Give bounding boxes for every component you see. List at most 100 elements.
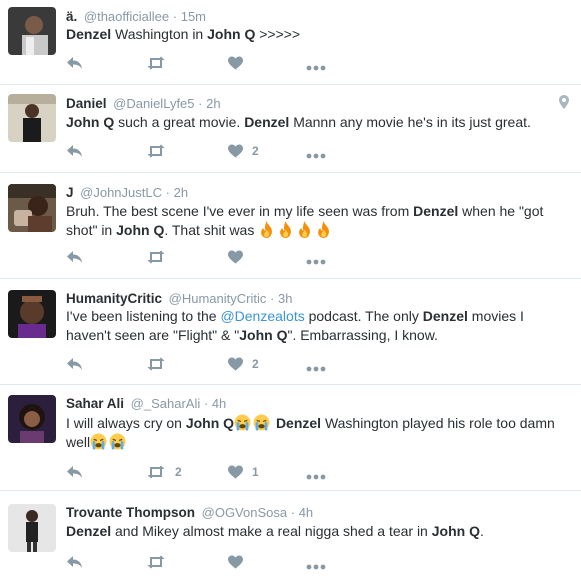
timestamp[interactable]: 2h — [206, 96, 220, 111]
timestamp[interactable]: 4h — [299, 505, 313, 520]
retweet-icon — [147, 465, 165, 479]
like-button[interactable] — [228, 249, 252, 265]
avatar[interactable] — [8, 395, 56, 443]
tweet-item[interactable]: Daniel @DanielLyfe5 · 2h John Q such a g… — [0, 85, 581, 173]
separator: · — [203, 396, 209, 411]
timestamp[interactable]: 3h — [278, 291, 292, 306]
display-name[interactable]: Daniel — [66, 96, 107, 111]
more-options-button[interactable] — [306, 559, 326, 575]
like-count: 2 — [252, 357, 259, 371]
like-count: 1 — [252, 465, 259, 479]
like-button[interactable] — [228, 554, 252, 570]
fire-emoji — [299, 221, 311, 238]
tweet-item[interactable]: Sahar Ali @_SaharAli · 4h I will always … — [0, 385, 581, 491]
keyword-highlight: John Q — [207, 26, 256, 42]
username[interactable]: @_SaharAli — [131, 396, 201, 411]
username[interactable]: @OGVonSosa — [202, 505, 287, 520]
reply-icon — [67, 556, 82, 568]
tweet-actions — [66, 249, 366, 265]
text-segment: . — [479, 523, 484, 539]
tweet-text: Bruh. The best scene I've ever in my lif… — [66, 202, 571, 240]
display-name[interactable]: ä. — [66, 9, 77, 24]
username[interactable]: @JohnJustLC — [80, 185, 162, 200]
tweet-text: I will always cry on John Q Denzel Washi… — [66, 414, 571, 452]
display-name[interactable]: Sahar Ali — [66, 396, 124, 411]
tweet-text: Denzel Washington in John Q >>>>> — [66, 25, 571, 44]
tweet-item[interactable]: J @JohnJustLC · 2h Bruh. The best scene … — [0, 173, 581, 279]
more-options-button[interactable] — [306, 60, 326, 76]
like-icon — [228, 250, 243, 264]
reply-button[interactable] — [66, 464, 83, 480]
separator: · — [270, 291, 275, 306]
display-name[interactable]: HumanityCritic — [66, 291, 162, 306]
reply-button[interactable] — [66, 143, 83, 159]
display-name[interactable]: J — [66, 185, 74, 200]
timestamp[interactable]: 4h — [212, 396, 226, 411]
mention-link[interactable]: @Denzealots — [220, 308, 304, 324]
display-name[interactable]: Trovante Thompson — [66, 505, 195, 520]
like-button[interactable] — [228, 55, 252, 71]
like-button[interactable]: 2 — [228, 143, 259, 159]
keyword-highlight: Denzel — [66, 523, 112, 539]
tweet-actions: 2 — [66, 143, 366, 159]
timestamp[interactable]: 2h — [174, 185, 188, 200]
retweet-button[interactable] — [146, 249, 175, 265]
reply-icon — [67, 145, 82, 157]
more-options-button[interactable] — [306, 148, 326, 164]
keyword-highlight: Denzel — [244, 114, 290, 130]
more-icon — [306, 474, 326, 480]
avatar[interactable] — [8, 184, 56, 232]
retweet-icon — [147, 357, 165, 371]
tweet-item[interactable]: ä. @thaofficiallee · 15m Denzel Washingt… — [0, 0, 581, 85]
fire-emoji — [261, 221, 273, 238]
retweet-icon — [147, 144, 165, 158]
more-options-button[interactable] — [306, 361, 326, 377]
reply-button[interactable] — [66, 356, 83, 372]
reply-icon — [67, 466, 82, 478]
username[interactable]: @thaofficiallee — [84, 9, 169, 24]
text-segment: I will always cry on — [66, 415, 186, 431]
tweet-text: Denzel and Mikey almost make a real nigg… — [66, 522, 571, 541]
tweet-item[interactable]: HumanityCritic @HumanityCritic · 3h I've… — [0, 279, 581, 385]
fire-emoji — [280, 221, 292, 238]
crying-emoji — [90, 433, 107, 450]
retweet-button[interactable] — [146, 55, 175, 71]
tweet-text: I've been listening to the @Denzealots p… — [66, 307, 571, 345]
keyword-highlight: John Q — [185, 415, 235, 431]
text-segment: I've been listening to the — [66, 308, 221, 324]
reply-button[interactable] — [66, 249, 83, 265]
text-segment: Washington in — [111, 26, 208, 42]
more-icon — [306, 65, 326, 71]
fire-emoji — [318, 221, 330, 238]
retweet-button[interactable]: 2 — [146, 464, 182, 480]
keyword-highlight: John Q — [116, 222, 165, 238]
avatar[interactable] — [8, 290, 56, 338]
keyword-highlight: Denzel — [413, 203, 459, 219]
retweet-button[interactable] — [146, 143, 175, 159]
like-button[interactable]: 2 — [228, 356, 259, 372]
keyword-highlight: John Q — [431, 523, 480, 539]
retweet-icon — [147, 250, 165, 264]
avatar[interactable] — [8, 504, 56, 552]
more-options-button[interactable] — [306, 469, 326, 485]
timestamp[interactable]: 15m — [181, 9, 206, 24]
like-count: 2 — [252, 144, 259, 158]
like-button[interactable]: 1 — [228, 464, 259, 480]
avatar[interactable] — [8, 7, 56, 55]
separator: · — [172, 9, 178, 24]
text-segment: Mannn any movie he's in its just great. — [289, 114, 531, 130]
keyword-highlight: Denzel — [422, 308, 468, 324]
username[interactable]: @HumanityCritic — [169, 291, 267, 306]
reply-button[interactable] — [66, 554, 83, 570]
username[interactable]: @DanielLyfe5 — [113, 96, 194, 111]
reply-icon — [67, 251, 82, 263]
location-pin-icon[interactable] — [559, 95, 569, 114]
retweet-button[interactable] — [146, 554, 175, 570]
tweet-item[interactable]: Trovante Thompson @OGVonSosa · 4h Denzel… — [0, 491, 581, 583]
avatar[interactable] — [8, 94, 56, 142]
crying-emoji — [253, 414, 270, 431]
retweet-button[interactable] — [146, 356, 175, 372]
reply-button[interactable] — [66, 55, 83, 71]
more-options-button[interactable] — [306, 254, 326, 270]
separator: · — [198, 96, 203, 111]
